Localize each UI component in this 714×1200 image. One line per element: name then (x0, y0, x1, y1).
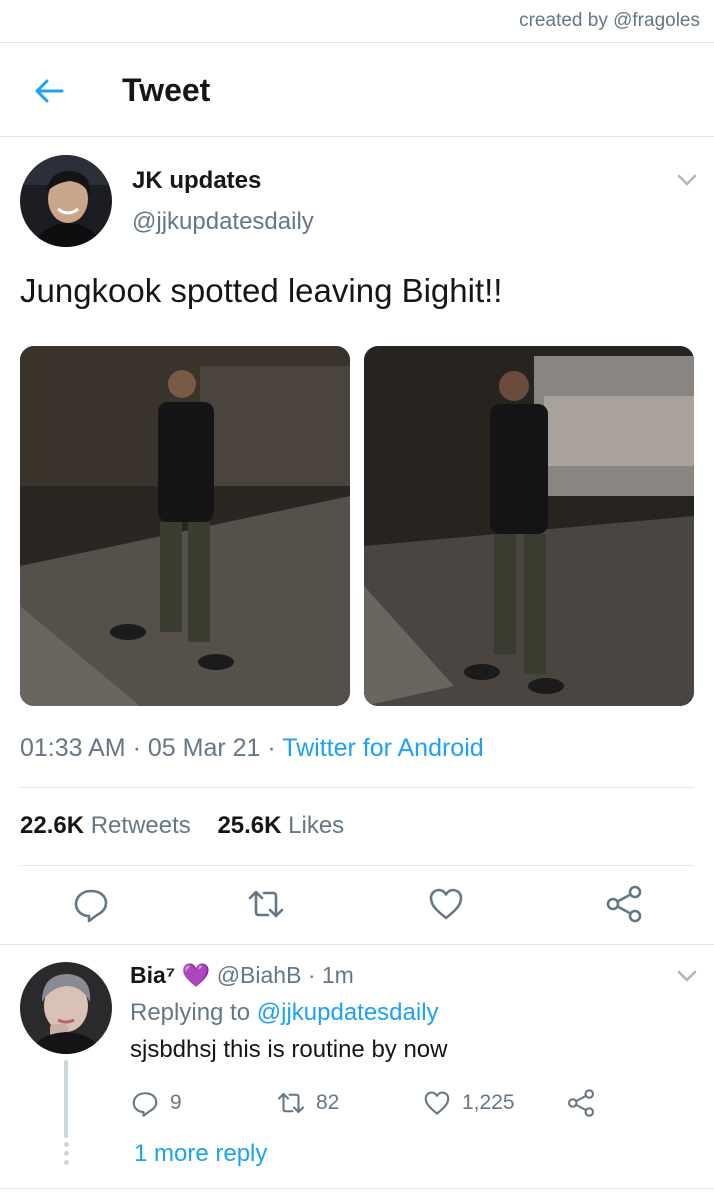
tweet-date: 05 Mar 21 (147, 734, 261, 762)
divider (20, 787, 694, 788)
separator: · (125, 734, 148, 762)
retweets-count: 22.6K (20, 812, 85, 839)
replying-to-label: Replying to (130, 999, 251, 1026)
reply-time: 1m (321, 962, 354, 988)
tweet-photo-2[interactable] (364, 346, 694, 706)
tweet-stats: 22.6K Retweets 25.6K Likes (20, 812, 344, 840)
chevron-down-icon (677, 174, 697, 186)
reply-icon (74, 889, 108, 923)
likes-count: 25.6K (217, 812, 282, 839)
retweet-icon (248, 890, 284, 918)
chevron-down-icon (677, 970, 697, 982)
reply-button[interactable] (71, 884, 111, 924)
page-title: Tweet (122, 72, 211, 108)
separator: · (260, 734, 283, 762)
reply-retweet-count: 82 (316, 1091, 340, 1114)
back-arrow-icon (35, 79, 64, 103)
retweet-button[interactable] (246, 884, 286, 924)
tweet-timestamp: 01:33 AM · 05 Mar 21 · Twitter for Andro… (20, 734, 484, 763)
tweet-photo-1[interactable] (20, 346, 350, 706)
reply-text: sjsbdhsj this is routine by now (130, 1036, 448, 1063)
like-button[interactable] (426, 884, 466, 924)
reply-like-button[interactable]: 1,225 (422, 1088, 515, 1118)
retweet-icon (277, 1092, 305, 1114)
tweet-text: Jungkook spotted leaving Bighit!! (20, 272, 503, 309)
more-replies-link[interactable]: 1 more reply (134, 1140, 267, 1168)
divider (0, 1188, 714, 1189)
reply-like-count: 1,225 (462, 1091, 515, 1114)
tweet-source-link[interactable]: Twitter for Android (282, 734, 483, 762)
author-name[interactable]: JK updates (132, 167, 261, 195)
reply-reply-button[interactable]: 9 (130, 1088, 182, 1118)
thread-connector (64, 1060, 68, 1138)
reply-reply-count: 9 (170, 1091, 182, 1114)
replying-to: Replying to @jjkupdatesdaily (130, 999, 439, 1027)
reply-author-name[interactable]: Bia⁷ (130, 962, 175, 988)
reply-author-handle[interactable]: @BiahB (217, 962, 302, 988)
divider (0, 944, 714, 945)
share-icon (606, 885, 642, 923)
like-icon (429, 888, 463, 920)
divider (0, 136, 714, 137)
separator: · (301, 962, 322, 988)
divider (20, 865, 694, 866)
reply-menu-button[interactable] (676, 969, 698, 983)
reply-retweet-button[interactable]: 82 (276, 1088, 339, 1118)
retweets-label: Retweets (90, 812, 191, 839)
likes-stat[interactable]: 25.6K Likes (217, 812, 344, 839)
purple-heart-emoji: 💜 (181, 962, 211, 988)
reply-header: Bia⁷ 💜 @BiahB · 1m (130, 962, 354, 989)
back-button[interactable] (32, 74, 66, 108)
divider (0, 42, 714, 43)
tweet-menu-button[interactable] (676, 173, 698, 187)
share-button[interactable] (604, 884, 644, 924)
reply-avatar[interactable] (20, 962, 112, 1054)
thread-dots (62, 1142, 70, 1169)
replying-to-link[interactable]: @jjkupdatesdaily (257, 999, 439, 1026)
author-avatar[interactable] (20, 155, 112, 247)
share-icon (567, 1089, 595, 1117)
reply-icon (132, 1092, 158, 1117)
retweets-stat[interactable]: 22.6K Retweets (20, 812, 191, 839)
like-icon (424, 1091, 450, 1115)
author-handle[interactable]: @jjkupdatesdaily (132, 208, 314, 236)
likes-label: Likes (288, 812, 345, 839)
tweet-time: 01:33 AM (20, 734, 126, 762)
reply-share-button[interactable] (566, 1088, 596, 1118)
watermark-credit: created by @fragoles (519, 10, 700, 31)
